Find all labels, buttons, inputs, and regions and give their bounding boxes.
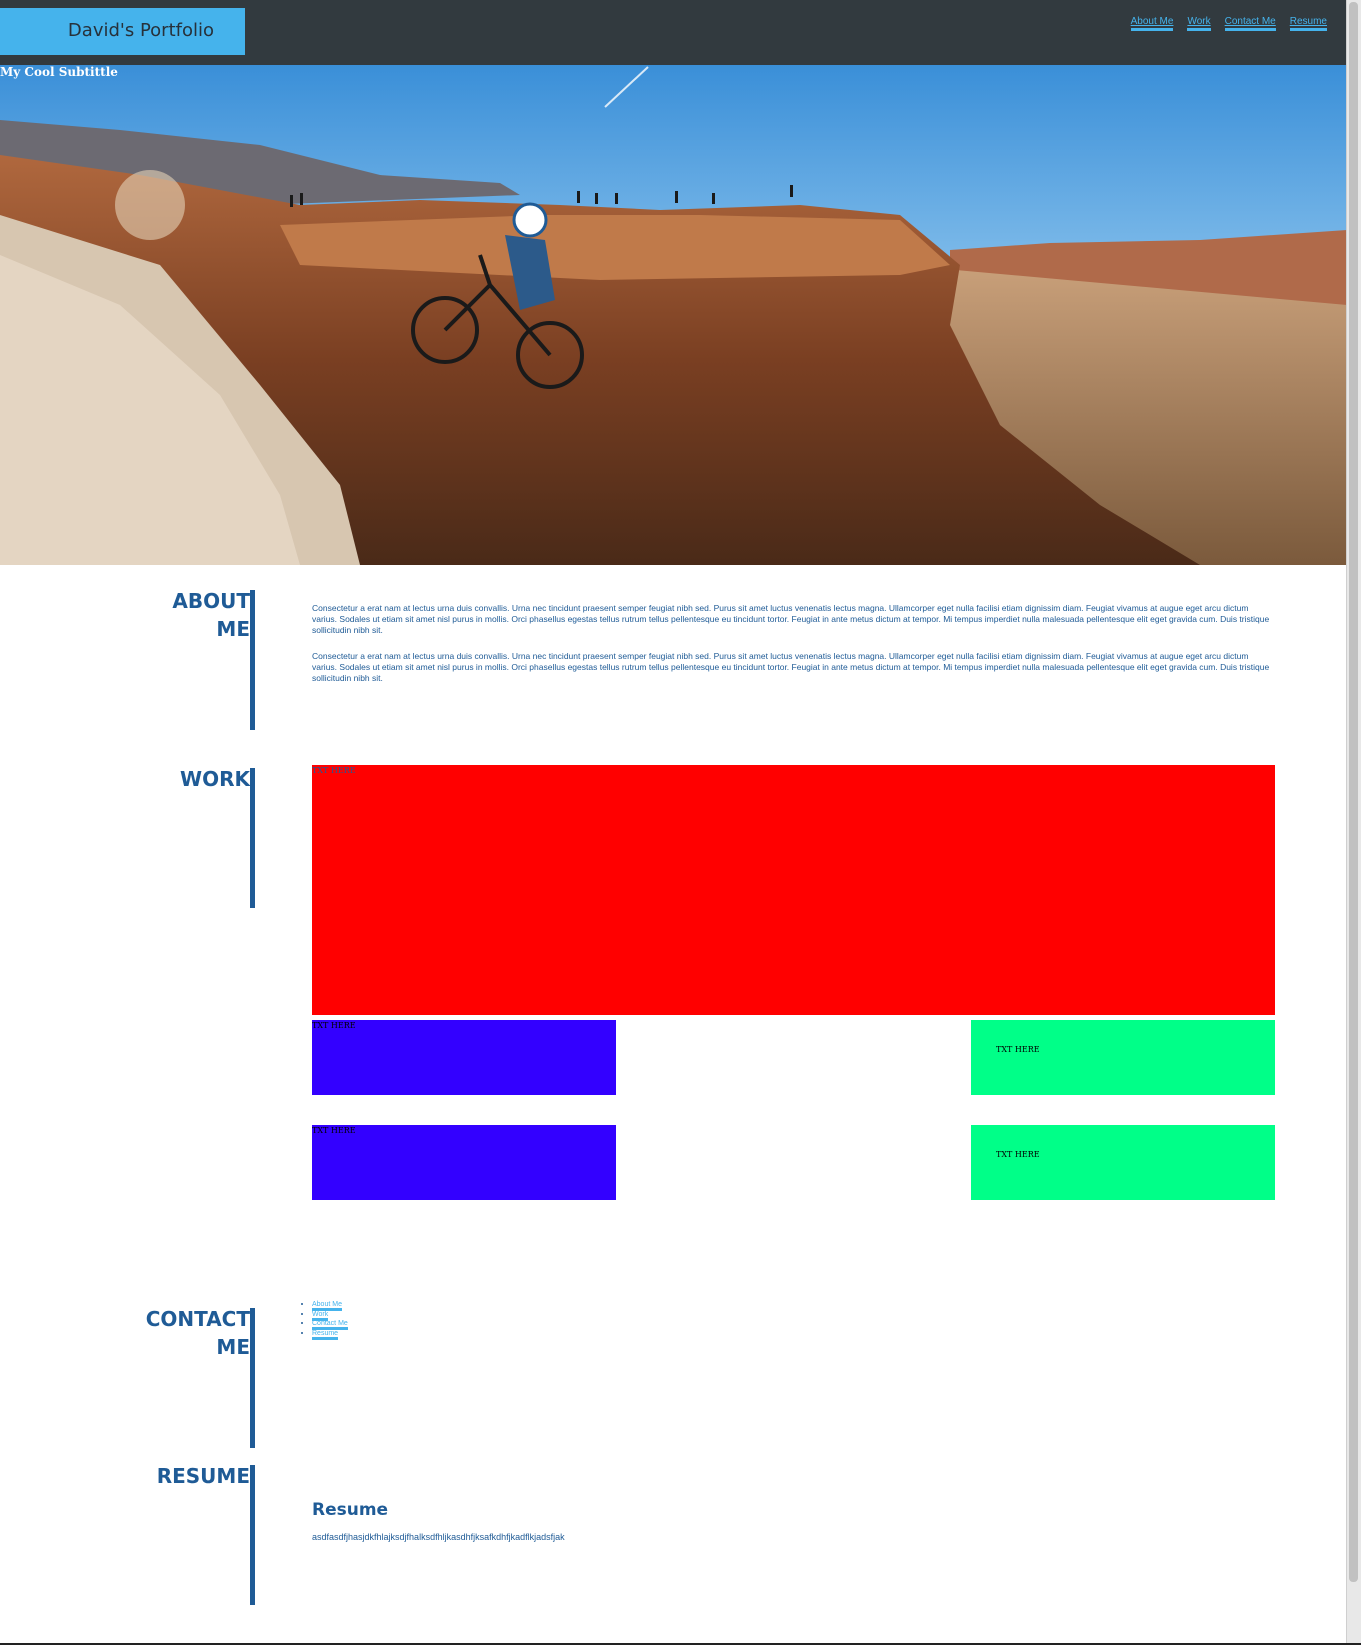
about-paragraph-2: Consectetur a erat nam at lectus urna du…	[312, 651, 1270, 683]
about-heading-line2: ME	[216, 617, 250, 641]
list-item: Contact Me	[312, 1319, 348, 1330]
resume-body: asdfasdfjhasjdkfhlajksdjfhalksdfhljkasdh…	[312, 1532, 565, 1542]
work-tile-label: TXT HERE	[312, 766, 356, 775]
about-heading-line1: ABOUT	[172, 589, 250, 613]
brand-logo[interactable]: David's Portfolio	[0, 8, 245, 55]
resume-title: Resume	[312, 1500, 389, 1520]
work-tile-label: TXT HERE	[312, 1021, 356, 1030]
work-tile-featured[interactable]: TXT HERE	[312, 765, 1275, 1015]
top-bar: David's Portfolio About Me Work Contact …	[0, 0, 1347, 65]
contact-heading: CONTACT ME	[90, 1305, 250, 1361]
nav-link-resume[interactable]: Resume	[1289, 16, 1327, 31]
brand-title: David's Portfolio	[67, 20, 214, 41]
contact-heading-line1: CONTACT	[145, 1307, 250, 1331]
nav-link-contact[interactable]: Contact Me	[1224, 16, 1276, 31]
about-paragraph-1: Consectetur a erat nam at lectus urna du…	[312, 603, 1270, 635]
work-heading: WORK	[180, 767, 250, 791]
work-tile-2[interactable]: TXT HERE	[312, 1020, 616, 1095]
top-nav: About Me Work Contact Me Resume	[1130, 16, 1327, 31]
contact-link-resume[interactable]: Resume	[312, 1329, 339, 1340]
work-tile-label: TXT HERE	[312, 1126, 356, 1135]
hero-banner: My Cool Subtittle	[0, 65, 1347, 565]
resume-divider	[250, 1465, 255, 1605]
list-item: About Me	[312, 1300, 348, 1311]
vertical-scrollbar[interactable]	[1346, 0, 1361, 1645]
hero-subtitle: My Cool Subtittle	[0, 65, 118, 79]
nav-link-about[interactable]: About Me	[1130, 16, 1174, 31]
page: David's Portfolio About Me Work Contact …	[0, 0, 1347, 1645]
about-heading: ABOUT ME	[90, 587, 250, 643]
about-divider	[250, 590, 255, 730]
contact-divider	[250, 1308, 255, 1448]
scrollbar-thumb[interactable]	[1349, 2, 1358, 1582]
contact-heading-line2: ME	[216, 1335, 250, 1359]
work-tile-5[interactable]: TXT HERE	[971, 1125, 1275, 1200]
contact-link-list: About Me Work Contact Me Resume	[300, 1300, 348, 1340]
hero-image	[0, 65, 1347, 565]
work-tile-4[interactable]: TXT HERE	[312, 1125, 616, 1200]
work-tile-label: TXT HERE	[996, 1045, 1040, 1054]
work-divider	[250, 768, 255, 908]
resume-heading: RESUME	[156, 1464, 250, 1488]
nav-link-work[interactable]: Work	[1187, 16, 1211, 31]
work-tile-3[interactable]: TXT HERE	[971, 1020, 1275, 1095]
work-tile-label: TXT HERE	[996, 1150, 1040, 1159]
